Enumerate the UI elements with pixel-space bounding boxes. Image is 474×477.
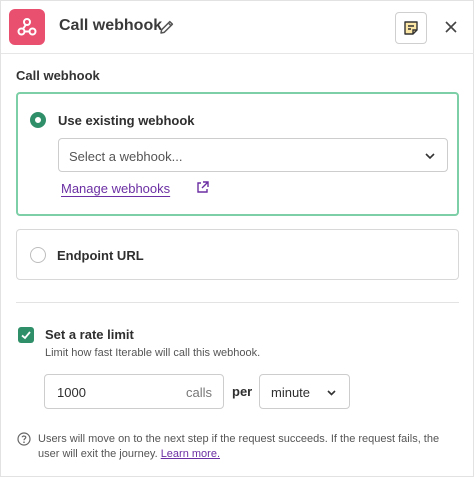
option-label: Endpoint URL [57,248,144,263]
period-value: minute [271,385,311,400]
option-use-existing-webhook[interactable]: Use existing webhook Select a webhook...… [16,92,459,216]
rate-limit-label: Set a rate limit [45,327,134,342]
section-title: Call webhook [16,68,100,83]
option-label: Use existing webhook [58,113,195,128]
webhook-select[interactable]: Select a webhook... [58,138,448,172]
webhook-icon [9,9,45,45]
panel-header: Call webhook [1,1,474,54]
footer-text: Users will move on to the next step if t… [38,433,440,460]
close-button[interactable] [441,17,461,37]
radio-use-existing[interactable] [30,112,46,128]
pencil-icon[interactable] [158,18,176,36]
rate-limit-checkbox[interactable] [18,327,34,343]
option-endpoint-url[interactable]: Endpoint URL [16,229,459,280]
external-link-icon[interactable] [195,180,210,195]
learn-more-link[interactable]: Learn more. [161,448,220,460]
calls-input[interactable]: 1000 calls [44,374,224,409]
check-icon [21,331,31,340]
divider [16,302,459,303]
chevron-down-icon [327,390,336,396]
manage-webhooks-link[interactable]: Manage webhooks [61,181,170,196]
calls-value: 1000 [57,385,86,400]
note-icon [404,21,418,35]
webhook-panel: Call webhook Call webhook Use existing w… [0,0,474,477]
page-title: Call webhook [59,17,163,34]
note-button[interactable] [395,12,427,44]
period-select[interactable]: minute [259,374,350,409]
select-placeholder: Select a webhook... [69,149,183,164]
question-icon [17,432,31,446]
calls-suffix: calls [185,385,212,400]
per-label: per [232,384,253,399]
footer-note: Users will move on to the next step if t… [38,432,458,462]
rate-limit-help: Limit how fast Iterable will call this w… [45,347,261,359]
chevron-down-icon [425,153,435,160]
radio-endpoint-url[interactable] [30,247,46,263]
close-icon [445,21,457,33]
